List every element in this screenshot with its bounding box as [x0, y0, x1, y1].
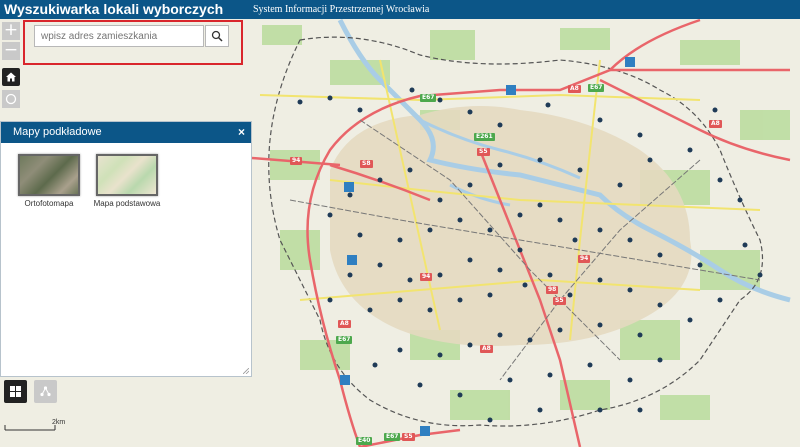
panel-header: Mapy podkładowe ×: [1, 122, 251, 143]
locate-button[interactable]: [2, 90, 20, 108]
road-label: E40: [356, 437, 373, 445]
basemap-label: Mapa podstawowa: [93, 199, 161, 208]
road-label: A8: [480, 345, 493, 353]
basemap-label: Ortofotomapa: [24, 199, 74, 208]
home-button[interactable]: [2, 68, 20, 86]
basemap-option-basic[interactable]: Mapa podstawowa: [92, 154, 162, 208]
orthophoto-thumbnail[interactable]: [18, 154, 80, 196]
road-label: E261: [474, 133, 495, 141]
road-label: S5: [553, 297, 566, 305]
zoom-in-button[interactable]: +: [2, 22, 20, 40]
home-icon: [6, 72, 16, 82]
road-label: S5: [477, 148, 490, 156]
zoom-out-button[interactable]: −: [2, 42, 20, 60]
road-label: A8: [568, 85, 581, 93]
road-label: S5: [402, 433, 415, 441]
share-icon: [40, 386, 51, 397]
close-icon[interactable]: ×: [238, 122, 245, 143]
road-label: 94: [420, 273, 433, 281]
app-title: Wyszukiwarka lokali wyborczych: [4, 1, 224, 17]
search-input[interactable]: [34, 25, 204, 47]
resize-handle-icon[interactable]: [243, 368, 249, 374]
road-label: 94: [578, 255, 591, 263]
road-label: 98: [546, 286, 559, 294]
circle-locate-icon: [5, 93, 17, 105]
scale-label: 2km: [52, 419, 66, 426]
basic-map-thumbnail[interactable]: [96, 154, 158, 196]
road-label: A8: [338, 320, 351, 328]
search-button[interactable]: [205, 25, 229, 47]
basemap-toggle-button[interactable]: [4, 380, 27, 403]
basemap-panel: Mapy podkładowe × Ortofotomapa Mapa pods…: [0, 121, 252, 377]
search-highlight-frame: [23, 20, 243, 65]
road-label: E67: [420, 94, 437, 102]
road-label: E67: [384, 433, 401, 441]
road-label: S8: [360, 160, 373, 168]
grid-icon: [10, 386, 21, 397]
basemap-option-orthophoto[interactable]: Ortofotomapa: [14, 154, 84, 208]
panel-title: Mapy podkładowe: [13, 126, 102, 138]
app-subtitle: System Informacji Przestrzennej Wrocławi…: [253, 4, 430, 15]
road-label: 94: [290, 157, 303, 165]
scale-bar: [4, 425, 56, 431]
road-label: A8: [709, 120, 722, 128]
share-button[interactable]: [34, 380, 57, 403]
road-label: E67: [336, 336, 353, 344]
search-icon: [211, 30, 223, 42]
app-header: Wyszukiwarka lokali wyborczych System In…: [0, 0, 800, 19]
road-label: E67: [588, 84, 605, 92]
